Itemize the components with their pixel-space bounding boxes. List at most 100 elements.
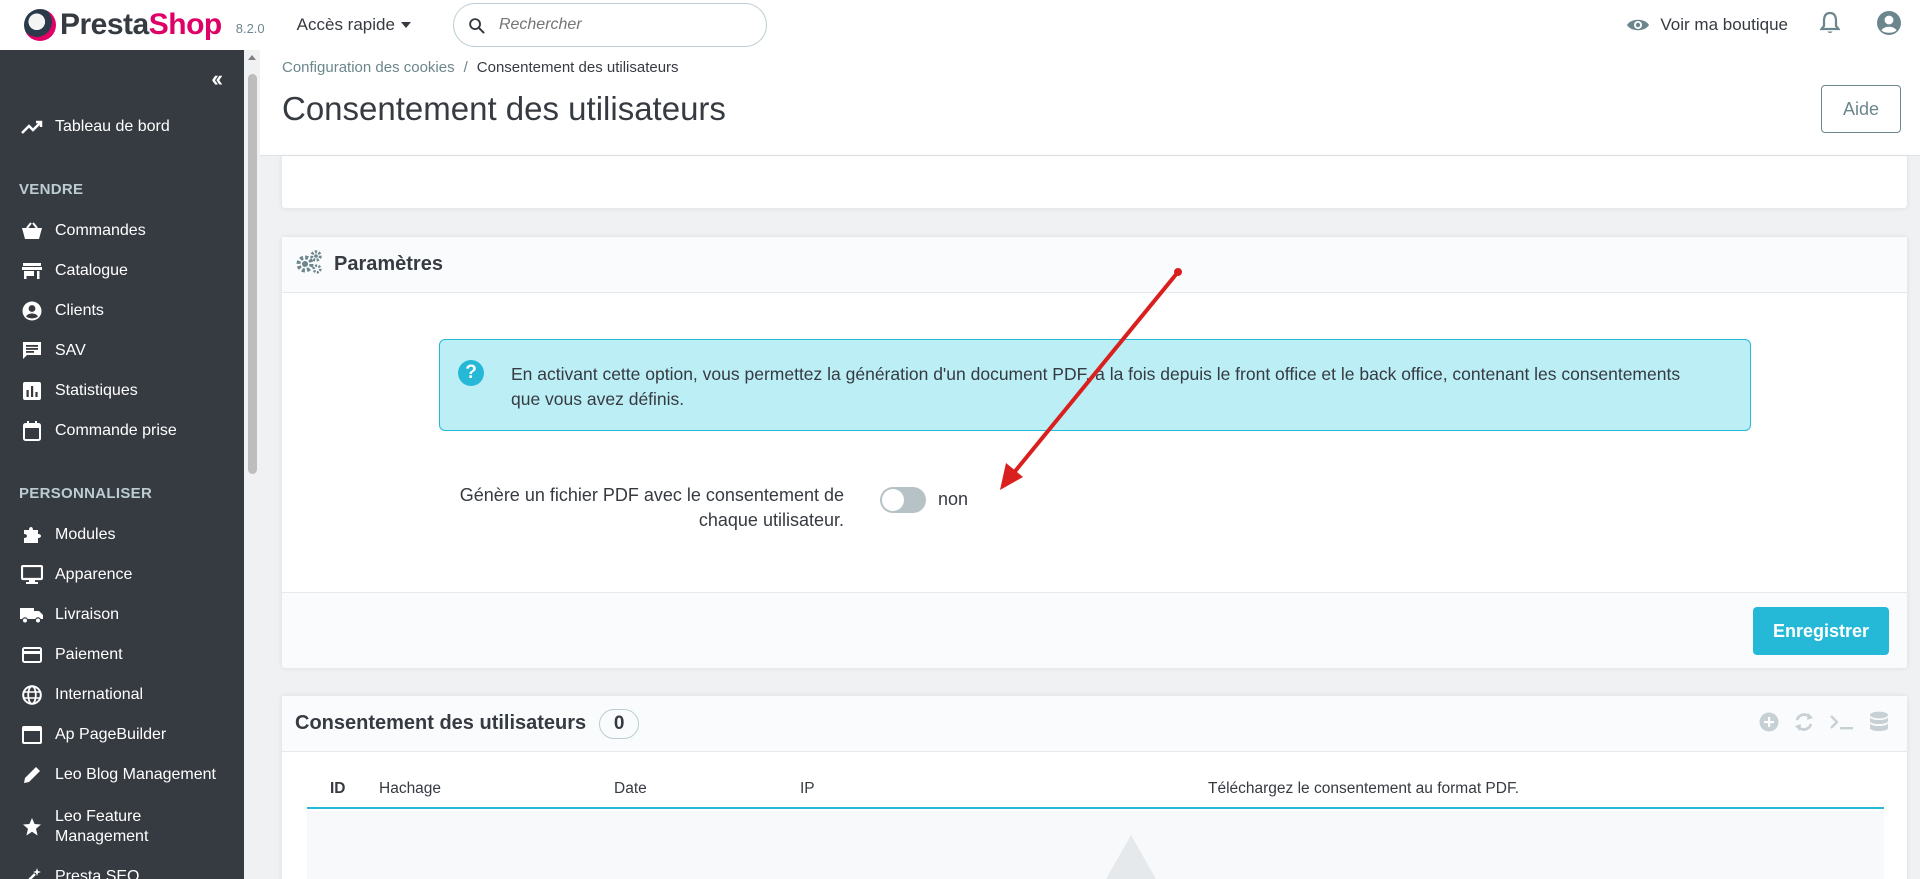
save-button[interactable]: Enregistrer <box>1753 607 1889 655</box>
settings-panel: Paramètres ? En activant cette option, v… <box>281 236 1908 669</box>
previous-panel-remnant <box>281 156 1908 209</box>
sidebar-item-label: Commande prise <box>55 422 177 439</box>
logo-text-shop: Shop <box>148 8 223 41</box>
sidebar-section-sell: VENDRE <box>19 181 84 198</box>
quick-access-dropdown[interactable]: Accès rapide <box>297 15 411 35</box>
star-icon <box>20 815 44 839</box>
settings-panel-title: Paramètres <box>334 253 443 275</box>
pencil-icon <box>20 763 44 787</box>
sidebar-item-order-taken[interactable]: Commande prise <box>0 416 244 446</box>
chat-icon <box>20 339 44 363</box>
sidebar-item-payment[interactable]: Paiement <box>0 640 244 670</box>
trending-up-icon <box>20 115 44 139</box>
quick-access-label: Accès rapide <box>296 15 395 34</box>
help-button[interactable]: Aide <box>1821 85 1901 133</box>
sidebar-item-catalog[interactable]: Catalogue <box>0 256 244 286</box>
user-account-icon[interactable] <box>1876 10 1902 41</box>
sidebar-item-leo-feature[interactable]: Leo Feature Management <box>0 805 244 849</box>
sidebar-item-label: Clients <box>55 302 104 319</box>
sidebar-item-support[interactable]: SAV <box>0 336 244 366</box>
warning-icon <box>1097 835 1165 879</box>
scroll-up-arrow-icon[interactable] <box>248 55 256 60</box>
settings-panel-footer: Enregistrer <box>282 592 1907 668</box>
sidebar-item-label: Apparence <box>55 566 133 583</box>
breadcrumb-link-cookies[interactable]: Configuration des cookies <box>282 59 455 76</box>
sidebar-scrollbar[interactable] <box>244 50 260 879</box>
sidebar-section-customize: PERSONNALISER <box>19 485 153 502</box>
desktop-icon <box>20 563 44 587</box>
globe-icon <box>20 683 44 707</box>
add-new-icon[interactable] <box>1759 712 1779 732</box>
caret-down-icon <box>400 22 411 28</box>
pdf-generation-toggle-state: non <box>938 489 969 509</box>
sidebar-item-label: Livraison <box>55 606 120 623</box>
gears-icon <box>295 249 323 280</box>
sidebar-item-customers[interactable]: Clients <box>0 296 244 326</box>
column-header-date: Date <box>614 780 647 797</box>
collapse-sidebar-icon[interactable]: ‹‹ <box>211 66 223 92</box>
breadcrumb-separator: / <box>463 59 468 76</box>
pdf-generation-label: Génère un fichier PDF avec le consenteme… <box>459 485 844 530</box>
bar-chart-icon <box>20 379 44 403</box>
sidebar-item-orders[interactable]: Commandes <box>0 216 244 246</box>
search-input[interactable] <box>498 16 739 34</box>
breadcrumb-current: Consentement des utilisateurs <box>476 59 679 76</box>
sidebar-item-label: SAV <box>55 342 86 359</box>
eye-icon <box>1627 19 1650 31</box>
sidebar-item-label: Paiement <box>55 646 123 663</box>
prestashop-logo[interactable]: PrestaShop <box>24 8 222 42</box>
sidebar-item-label: Presta SEO <box>55 868 140 879</box>
account-circle-icon <box>20 299 44 323</box>
sql-query-icon[interactable] <box>1829 713 1855 731</box>
notifications-bell-icon[interactable] <box>1819 11 1841 40</box>
version-label: 8.2.0 <box>235 20 265 36</box>
sidebar-item-shipping[interactable]: Livraison <box>0 600 244 630</box>
sidebar-item-modules[interactable]: Modules <box>0 520 244 550</box>
shopping-basket-icon <box>20 219 44 243</box>
sidebar-item-stats[interactable]: Statistiques <box>0 376 244 406</box>
search-box[interactable] <box>452 3 767 47</box>
settings-panel-heading: Paramètres <box>282 237 1907 293</box>
info-alert: ? En activant cette option, vous permett… <box>439 339 1751 431</box>
info-alert-text: En activant cette option, vous permettez… <box>511 364 1681 409</box>
sidebar-item-label: Commandes <box>55 222 146 239</box>
consent-count-badge: 0 <box>599 708 640 739</box>
sidebar-nav: ‹‹ Tableau de bord VENDRE Commandes Cata… <box>0 50 244 879</box>
question-circle-icon: ? <box>458 360 484 386</box>
consent-table-header: ID Hachage Date IP Téléchargez le consen… <box>307 769 1884 809</box>
consent-table-empty <box>307 811 1884 879</box>
top-header: PrestaShop 8.2.0 Accès rapide Voir ma bo… <box>0 0 1920 50</box>
view-shop-link[interactable]: Voir ma boutique <box>1626 15 1788 35</box>
sidebar-item-appearance[interactable]: Apparence <box>0 560 244 590</box>
magic-wand-icon <box>20 865 44 879</box>
sidebar-item-label: Leo Blog Management <box>55 766 216 783</box>
page-header: Configuration des cookies / Consentement d… <box>260 50 1920 156</box>
sidebar-item-label: Modules <box>55 526 116 543</box>
search-icon <box>469 17 485 34</box>
page-title: Consentement des utilisateurs <box>282 90 726 127</box>
prestashop-logo-icon <box>24 9 56 41</box>
column-header-id: ID <box>330 780 346 797</box>
column-header-pdf: Téléchargez le consentement au format PD… <box>1208 780 1520 797</box>
pdf-generation-toggle[interactable] <box>880 487 926 513</box>
sidebar-item-label: Ap PageBuilder <box>55 726 167 743</box>
sidebar-item-presta-seo[interactable]: Presta SEO <box>0 862 244 879</box>
sidebar-item-label: Statistiques <box>55 382 138 399</box>
logo-text-presta: Presta <box>60 8 149 41</box>
scroll-thumb[interactable] <box>248 74 257 474</box>
list-toolbar <box>1745 711 1889 733</box>
truck-icon <box>20 603 44 627</box>
store-icon <box>20 259 44 283</box>
sidebar-item-ap-pagebuilder[interactable]: Ap PageBuilder <box>0 720 244 750</box>
consent-list-panel: Consentement des utilisateurs 0 ID Hacha… <box>281 695 1908 879</box>
window-icon <box>20 723 44 747</box>
sidebar-item-label: Leo Feature Management <box>55 808 149 845</box>
database-icon[interactable] <box>1869 711 1889 733</box>
sidebar-item-label: Catalogue <box>55 262 128 279</box>
sidebar-item-dashboard[interactable]: Tableau de bord <box>0 112 244 142</box>
sidebar-item-international[interactable]: International <box>0 680 244 710</box>
sidebar-item-leo-blog[interactable]: Leo Blog Management <box>0 760 244 790</box>
column-header-ip: IP <box>800 780 815 797</box>
toggle-knob <box>882 489 904 511</box>
refresh-icon[interactable] <box>1793 712 1815 732</box>
